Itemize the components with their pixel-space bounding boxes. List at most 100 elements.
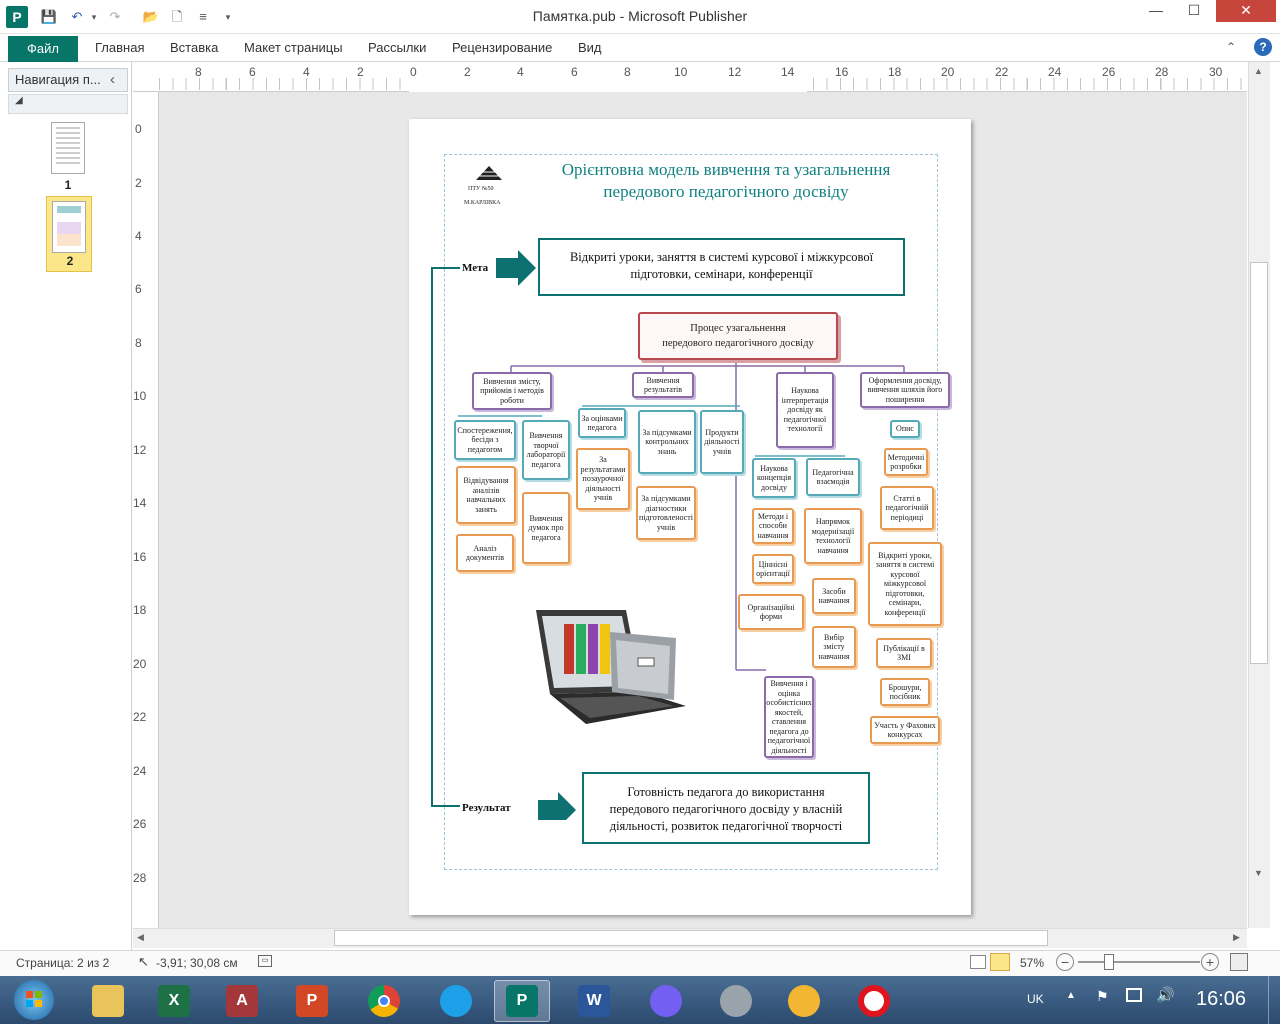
node-creative-lab[interactable]: Вивчення творчої лабораторії педагога <box>522 420 570 480</box>
node-open-lessons[interactable]: Відкриті уроки, заняття в системі курсов… <box>868 542 942 626</box>
node-scientific-concept[interactable]: Наукова концепція досвіду <box>752 458 796 498</box>
volume-icon[interactable]: 🔊 <box>1156 986 1175 1004</box>
taskbar-media-player[interactable] <box>708 980 764 1022</box>
taskbar-excel[interactable]: X <box>146 980 202 1022</box>
vertical-scroll-thumb[interactable] <box>1250 262 1268 664</box>
result-box[interactable]: Готовність педагога до використання пере… <box>582 772 870 844</box>
single-page-view-icon[interactable] <box>970 955 986 969</box>
redo-icon[interactable]: ↷ <box>104 8 126 26</box>
show-hidden-icons[interactable]: ▲ <box>1066 990 1076 1001</box>
scroll-up-icon[interactable]: ▲ <box>1254 66 1263 76</box>
zoom-slider-thumb[interactable] <box>1104 954 1114 970</box>
fit-page-icon[interactable] <box>1230 953 1248 971</box>
scroll-left-icon[interactable]: ◀ <box>137 932 144 943</box>
network-icon[interactable] <box>1126 988 1142 1002</box>
tab-review[interactable]: Рецензирование <box>452 40 552 55</box>
taskbar-opera[interactable] <box>846 980 902 1022</box>
ribbon-toggle-icon[interactable]: ⌃ <box>1226 40 1236 54</box>
tab-mailings[interactable]: Рассылки <box>368 40 426 55</box>
zoom-slider-track[interactable] <box>1078 961 1200 963</box>
node-teaching-means[interactable]: Засоби навчання <box>812 578 856 614</box>
node-design-dissemination[interactable]: Оформлення досвіду, вивчення шляхів його… <box>860 372 950 408</box>
save-icon[interactable]: 💾 <box>38 8 60 26</box>
taskbar-access[interactable]: A <box>214 980 270 1022</box>
node-contests[interactable]: Участь у Фахових конкурсах <box>870 716 940 744</box>
tab-view[interactable]: Вид <box>578 40 602 55</box>
start-button[interactable] <box>14 980 54 1020</box>
node-value-orientations[interactable]: Ціннісні орієнтації <box>752 554 794 584</box>
taskbar-ie[interactable] <box>428 980 484 1022</box>
taskbar-word[interactable]: W <box>566 980 622 1022</box>
minimize-button[interactable]: — <box>1140 0 1172 22</box>
close-button[interactable]: ✕ <box>1216 0 1276 22</box>
node-organizational-forms[interactable]: Організаційні форми <box>738 594 804 630</box>
taskbar-viber[interactable] <box>638 980 694 1022</box>
node-media-publications[interactable]: Публікації в ЗМІ <box>876 638 932 668</box>
align-icon[interactable]: ≡ <box>192 8 214 26</box>
input-language[interactable]: UK <box>1027 992 1044 1006</box>
node-personal-qualities[interactable]: Вивчення і оцінка особистісних якостей, … <box>764 676 814 758</box>
node-results-study[interactable]: Вивчення результатів <box>632 372 694 398</box>
help-icon[interactable]: ? <box>1254 38 1272 56</box>
undo-icon[interactable]: ↶ <box>66 8 88 26</box>
hruler-label: 2 <box>357 65 364 79</box>
publisher-app-icon[interactable]: P <box>6 6 28 28</box>
show-desktop-button[interactable] <box>1268 976 1280 1024</box>
taskbar-explorer[interactable] <box>80 980 136 1022</box>
node-teacher-grades[interactable]: За оцінками педагога <box>578 408 626 438</box>
node-student-products[interactable]: Продукти діяльності учнів <box>700 410 744 474</box>
node-articles[interactable]: Статті в педагогічній періодиці <box>880 486 934 530</box>
node-observation[interactable]: Спостереження, бесіди з педагогом <box>454 420 516 460</box>
nav-section-toggle[interactable]: ◢ <box>8 94 128 114</box>
node-diagnostics[interactable]: За підсумками діагностики підготовленост… <box>636 486 696 540</box>
horizontal-scroll-thumb[interactable] <box>334 930 1048 946</box>
tab-home[interactable]: Главная <box>95 40 144 55</box>
node-teaching-methods[interactable]: Методи і способи навчання <box>752 508 794 544</box>
page-thumbnail-1[interactable] <box>51 122 85 174</box>
open-icon[interactable]: 📂 <box>140 8 162 26</box>
node-booklets[interactable]: Брошури, посібник <box>880 678 930 706</box>
page-indicator[interactable]: Страница: 2 из 2 <box>16 956 109 970</box>
taskbar-publisher-active[interactable]: P <box>494 980 550 1022</box>
scroll-down-icon[interactable]: ▼ <box>1254 868 1263 878</box>
node-pedagogical-interaction[interactable]: Педагогічна взаємодія <box>806 458 860 496</box>
zoom-in-button[interactable]: + <box>1201 953 1219 971</box>
node-methodical-developments[interactable]: Методичні розробки <box>884 448 928 476</box>
tab-file[interactable]: Файл <box>8 36 78 62</box>
goal-box[interactable]: Відкриті уроки, заняття в системі курсов… <box>538 238 905 296</box>
node-scientific-interpretation[interactable]: Наукова інтерпретація досвіду як педагог… <box>776 372 834 448</box>
node-description[interactable]: Опис <box>890 420 920 438</box>
customize-qat-icon[interactable]: ▾ <box>222 8 234 26</box>
process-title-line2: передового педагогічного досвіду <box>662 338 814 349</box>
process-box[interactable]: Процес узагальнення передового педагогіч… <box>638 312 838 360</box>
node-lesson-visits[interactable]: Відвідування аналізів навчальних занять <box>456 466 516 524</box>
tab-page-layout[interactable]: Макет страницы <box>244 40 343 55</box>
horizontal-ruler[interactable]: 8 6 4 2 0 2 4 6 8 10 12 14 16 18 20 22 2… <box>133 62 1247 92</box>
node-control-knowledge[interactable]: За підсумками контрольних знань <box>638 410 696 474</box>
node-documents-analysis[interactable]: Аналіз документів <box>456 534 514 572</box>
new-icon[interactable]: 🗋 <box>166 8 188 26</box>
taskbar-powerpoint[interactable]: P <box>284 980 340 1022</box>
node-technology-modernization[interactable]: Напрямок модернізації технології навчанн… <box>804 508 862 564</box>
maximize-button[interactable]: ☐ <box>1176 0 1212 22</box>
node-extracurricular[interactable]: За результатами позаурочної діяльності у… <box>576 448 630 510</box>
page-thumbnail-2-selected[interactable]: 2 <box>46 196 92 272</box>
taskbar-vpn[interactable] <box>776 980 832 1022</box>
clock[interactable]: 16:06 <box>1196 988 1246 1011</box>
scroll-right-icon[interactable]: ▶ <box>1233 932 1240 943</box>
vruler-label: 8 <box>135 336 142 350</box>
tab-insert[interactable]: Вставка <box>170 40 218 55</box>
undo-dropdown-icon[interactable]: ▾ <box>88 8 100 26</box>
zoom-out-button[interactable]: − <box>1056 953 1074 971</box>
film-reel-icon <box>720 985 752 1017</box>
node-content-choice[interactable]: Вибір змісту навчання <box>812 626 856 668</box>
zoom-level[interactable]: 57% <box>1020 956 1044 970</box>
node-content-study[interactable]: Вивчення змісту, прийомів і методів робо… <box>472 372 552 410</box>
two-page-view-icon[interactable] <box>990 953 1010 971</box>
collapse-pane-icon[interactable]: ‹ <box>110 71 115 88</box>
taskbar-chrome[interactable] <box>356 980 412 1022</box>
vertical-ruler[interactable]: 0 2 4 6 8 10 12 14 16 18 20 22 24 26 28 <box>133 92 159 928</box>
node-opinions-study[interactable]: Вивчення думок про педагога <box>522 492 570 564</box>
action-center-flag-icon[interactable]: ⚑ <box>1096 988 1109 1005</box>
window-title: Памятка.pub - Microsoft Publisher <box>532 8 748 24</box>
